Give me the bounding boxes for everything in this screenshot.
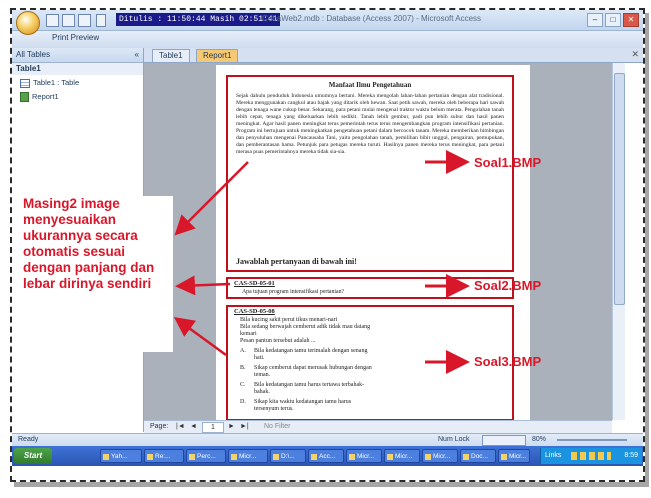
label-soal2: Soal2.BMP	[474, 278, 542, 293]
label-soal3: Soal3.BMP	[474, 354, 542, 369]
arrow-to-left-3	[173, 317, 227, 357]
screenshot-frame: Ditulis : 11:50:44 Masih 02:51:41 CobaWe…	[10, 8, 645, 482]
label-soal1: Soal1.BMP	[474, 155, 542, 170]
arrow-to-left-2	[175, 275, 231, 296]
annotation-text: Masing2 image menyesuaikan ukurannya sec…	[23, 196, 173, 352]
arrow-to-left-1	[174, 161, 249, 236]
